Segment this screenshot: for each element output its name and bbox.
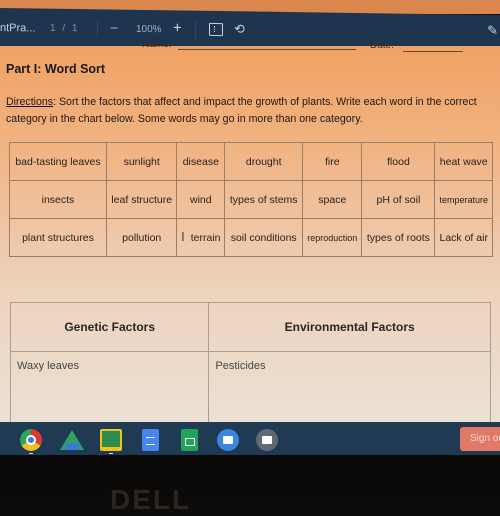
word-cell: types of roots [361,218,436,257]
fit-page-icon[interactable] [209,22,223,37]
genetic-factors-header: Genetic Factors [9,302,210,352]
table-row: bad-tasting leaves sunlight disease drou… [9,142,493,181]
word-cell: drought [224,142,304,181]
word-cell: pH of soil [361,180,436,219]
environmental-factors-header: Environmental Factors [208,302,491,352]
page-current[interactable]: 1 [50,23,58,34]
word-text: terrain [190,232,221,244]
word-cell: pollution [105,218,178,257]
table-row: insects leaf structure wind types of ste… [9,180,493,219]
word-cell: reproduction [302,218,363,257]
table-row: plant structures pollution Iterrain soil… [9,218,493,257]
pen-icon[interactable]: ✎ [487,23,498,39]
word-cell: space [302,180,363,219]
text-cursor-icon: I [181,229,185,244]
word-cell: wind [176,180,226,219]
word-cell: disease [176,142,226,181]
name-line[interactable] [178,49,356,50]
dell-logo: DELL [110,484,192,515]
name-date-row: Name: Date: [0,39,500,54]
google-classroom-icon[interactable] [100,429,122,451]
table-header-row: Genetic Factors Environmental Factors [9,302,491,352]
directions-text: : Sort the factors that affect and impac… [6,96,477,125]
date-line[interactable] [403,51,463,52]
word-cell: Lack of air [434,218,493,257]
zoom-level[interactable]: 100% [136,24,162,35]
google-drive-icon[interactable] [60,430,84,450]
word-cell: leaf structure [105,180,178,219]
word-bank-table: bad-tasting leaves sunlight disease drou… [9,142,493,257]
chrome-icon[interactable] [20,429,42,451]
document-title[interactable]: ntPra... [0,22,35,34]
running-indicator [109,453,113,454]
date-label: Date: [370,40,394,51]
word-cell: insects [9,180,107,219]
word-cell: bad-tasting leaves [9,142,107,181]
camera-icon[interactable] [256,429,278,451]
running-indicator [29,453,33,454]
page-total: 1 [71,23,80,35]
rotate-icon[interactable]: ⟲ [234,21,245,37]
sign-out-button[interactable]: Sign out [460,427,500,451]
word-cell: sunlight [105,142,178,181]
directions: Directions: Sort the factors that affect… [6,94,486,128]
toolbar-divider [195,20,196,39]
part-title: Part I: Word Sort [6,62,106,76]
word-cell: fire [302,142,363,181]
files-icon[interactable] [217,429,239,451]
zoom-in-button[interactable]: + [173,19,182,36]
google-docs-icon[interactable] [142,429,159,451]
page-indicator[interactable]: 1 / 1 [50,23,79,34]
pdf-page: Name: Date: Part I: Word Sort Directions… [0,39,500,449]
page-separator: / [62,22,68,34]
monitor-bezel [0,455,500,500]
directions-label: Directions [6,96,54,108]
word-cell: Iterrain [176,218,226,257]
zoom-out-button[interactable]: − [110,20,118,36]
word-cell: plant structures [9,218,107,257]
word-cell: flood [361,142,436,181]
name-label: Name: [142,39,172,50]
toolbar-divider [97,19,98,38]
word-cell: temperature [434,180,493,219]
word-cell: types of stems [224,180,304,219]
word-cell: heat wave [434,142,493,181]
os-shelf: Sign out [0,422,500,455]
google-sheets-icon[interactable] [181,429,198,451]
word-cell: soil conditions [224,218,304,257]
